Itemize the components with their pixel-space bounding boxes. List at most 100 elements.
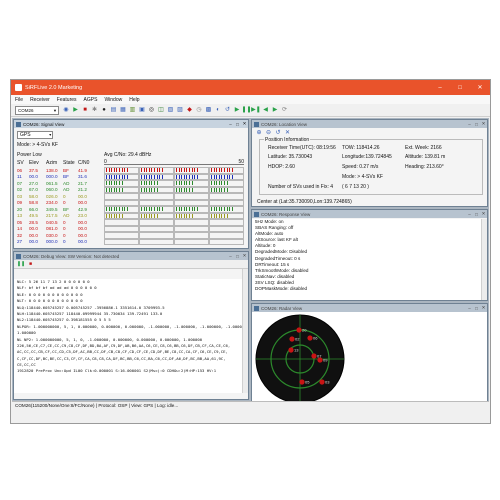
response-scrollbar[interactable] — [481, 219, 487, 300]
minimize-icon[interactable]: – — [466, 212, 473, 217]
cn0-bar-tick — [216, 174, 217, 179]
debug-text-area[interactable]: NLC: 5 26 11 7 13 2 0 0 0 0 0 0 NLF: bf b… — [14, 279, 244, 393]
signal-cn0: 41.9 — [78, 167, 87, 173]
debug-view-window[interactable]: COM26: Debug View: SW Version: Not detec… — [13, 251, 249, 400]
cn0-bar-tick — [151, 181, 153, 186]
port-select[interactable]: COM26 ▼ — [15, 105, 59, 115]
open-icon[interactable]: ▤ — [110, 106, 118, 114]
signal-cn0: 00.0 — [78, 239, 87, 245]
close-icon[interactable]: ✕ — [480, 211, 487, 217]
radar-view-window[interactable]: COM26: Radar View – □ ✕ 20 02 06 13 07 09 05 03 — [251, 303, 488, 408]
minimize-icon[interactable]: – — [466, 306, 473, 311]
location-view-window[interactable]: COM26: Location View – □ ✕ ⊕ ⊖ ↺ ✕ Posit… — [251, 119, 488, 207]
response-line: DOPMaskMode: disabled — [255, 286, 308, 292]
cn0-bar-tick — [211, 213, 212, 218]
maximize-icon[interactable]: □ — [234, 122, 241, 127]
cn0-bar-tick — [108, 174, 110, 179]
maximize-button[interactable]: □ — [450, 80, 470, 95]
menu-receiver[interactable]: Receiver — [30, 97, 50, 103]
cn0-bar-tick — [116, 181, 118, 186]
cn0-bar-tick — [106, 174, 107, 179]
chart-icon[interactable]: ▥ — [129, 106, 137, 114]
cn0-bar-tick — [218, 181, 220, 186]
cn0-bar-tick — [229, 207, 230, 212]
location-icon[interactable]: ◆ — [186, 106, 194, 114]
close-icon[interactable]: ✕ — [241, 253, 248, 259]
log-icon[interactable]: ▩ — [205, 106, 213, 114]
play-icon[interactable]: ▶ — [72, 106, 80, 114]
menu-window[interactable]: Window — [104, 97, 122, 103]
stop-icon[interactable]: ■ — [81, 106, 89, 114]
prev-icon[interactable]: ◀ — [262, 106, 270, 114]
menu-file[interactable]: File — [15, 97, 23, 103]
maximize-icon[interactable]: □ — [473, 122, 480, 127]
zoom-in-icon[interactable]: ⊕ — [255, 129, 263, 137]
cn0-bar-tick — [211, 187, 212, 192]
connect-icon[interactable]: ◉ — [62, 106, 70, 114]
zoom-out-icon[interactable]: ⊖ — [265, 129, 273, 137]
debug-icon[interactable]: ▧ — [167, 106, 175, 114]
record-icon[interactable]: ● — [100, 106, 108, 114]
pause-icon[interactable]: ❚❚ — [17, 260, 25, 268]
maximize-icon[interactable]: □ — [473, 212, 480, 217]
maximize-icon[interactable]: □ — [234, 254, 241, 259]
radar-view-titlebar[interactable]: COM26: Radar View – □ ✕ — [252, 304, 487, 312]
signal-view-window[interactable]: COM26: Signal View – □ ✕ GPS ▼ Mode: > 4… — [13, 119, 249, 249]
next-icon[interactable]: ▶ — [271, 106, 279, 114]
position-info-group: Position Information Receiver Time(UTC):… — [259, 137, 483, 195]
pause-icon[interactable]: ❚❚ — [241, 106, 251, 114]
response-icon[interactable]: ▨ — [176, 106, 184, 114]
minimize-icon[interactable]: – — [227, 122, 234, 127]
debug-scrollbar[interactable] — [242, 269, 248, 393]
close-icon[interactable]: ✕ — [480, 305, 487, 311]
cycle-icon[interactable]: ⟳ — [281, 106, 289, 114]
close-button[interactable]: ✕ — [470, 80, 490, 95]
cn0-grid-cell — [139, 238, 174, 245]
reset-icon[interactable]: ↺ — [224, 106, 232, 114]
cn0-bar-tick — [211, 181, 212, 186]
clear-icon[interactable]: ✕ — [284, 129, 292, 137]
cn0-bar-tick — [111, 187, 112, 192]
cn0-bar-tick — [106, 187, 107, 192]
cn0-bar-tick — [146, 207, 147, 212]
cn0-bar-tick — [116, 213, 118, 218]
response-view-titlebar[interactable]: COM26: Response View – □ ✕ — [252, 210, 487, 218]
settings-icon[interactable]: ✱ — [91, 106, 99, 114]
time-icon[interactable]: ◷ — [195, 106, 203, 114]
refresh-icon[interactable]: ↺ — [274, 129, 282, 137]
cn0-bar-tick — [224, 168, 225, 173]
location-view-titlebar[interactable]: COM26: Location View – □ ✕ — [252, 120, 487, 128]
menu-help[interactable]: Help — [129, 97, 139, 103]
minimize-icon[interactable]: – — [466, 122, 473, 127]
signal-icon[interactable]: ▣ — [138, 106, 146, 114]
map-icon[interactable]: ◫ — [157, 106, 165, 114]
cn0-bar-tick — [121, 213, 123, 218]
response-view-window[interactable]: COM26: Response View – □ ✕ 5Hz Mode: on S… — [251, 209, 488, 301]
response-text-list[interactable]: 5Hz Mode: on SBAS Ranging: off AltMode: au… — [252, 219, 481, 300]
location-view-title: COM26: Location View — [261, 121, 307, 127]
minimize-icon[interactable]: – — [227, 254, 234, 259]
constellation-select[interactable]: GPS ▼ — [17, 131, 53, 139]
cn0-bar-tick — [186, 174, 188, 179]
signal-view-titlebar[interactable]: COM26: Signal View – □ ✕ — [14, 120, 248, 128]
close-icon[interactable]: ✕ — [241, 121, 248, 127]
save-icon[interactable]: ▦ — [119, 106, 127, 114]
close-icon[interactable]: ✕ — [480, 121, 487, 127]
menu-agps[interactable]: AGPS — [84, 97, 98, 103]
debug-view-titlebar[interactable]: COM26: Debug View: SW Version: Not detec… — [14, 252, 248, 260]
stop-icon[interactable]: ■ — [27, 260, 35, 268]
menu-features[interactable]: Features — [57, 97, 77, 103]
minimize-button[interactable]: – — [430, 80, 450, 95]
run-icon[interactable]: ▶ — [233, 106, 241, 114]
longitude: Longitude:139.724845 — [342, 154, 392, 160]
radar-icon[interactable]: ◎ — [148, 106, 156, 114]
maximize-icon[interactable]: □ — [473, 306, 480, 311]
step-icon[interactable]: ▶❚ — [251, 106, 261, 114]
cn0-bar-tick — [211, 174, 212, 179]
signal-cn0: 31.6 — [78, 174, 87, 180]
cn0-bar-tick — [196, 174, 198, 179]
agps-icon[interactable]: ◐ — [214, 106, 222, 114]
cn0-bar-tick — [121, 207, 123, 212]
signal-state: 0 — [63, 239, 66, 245]
header-sv: SV — [17, 160, 24, 166]
